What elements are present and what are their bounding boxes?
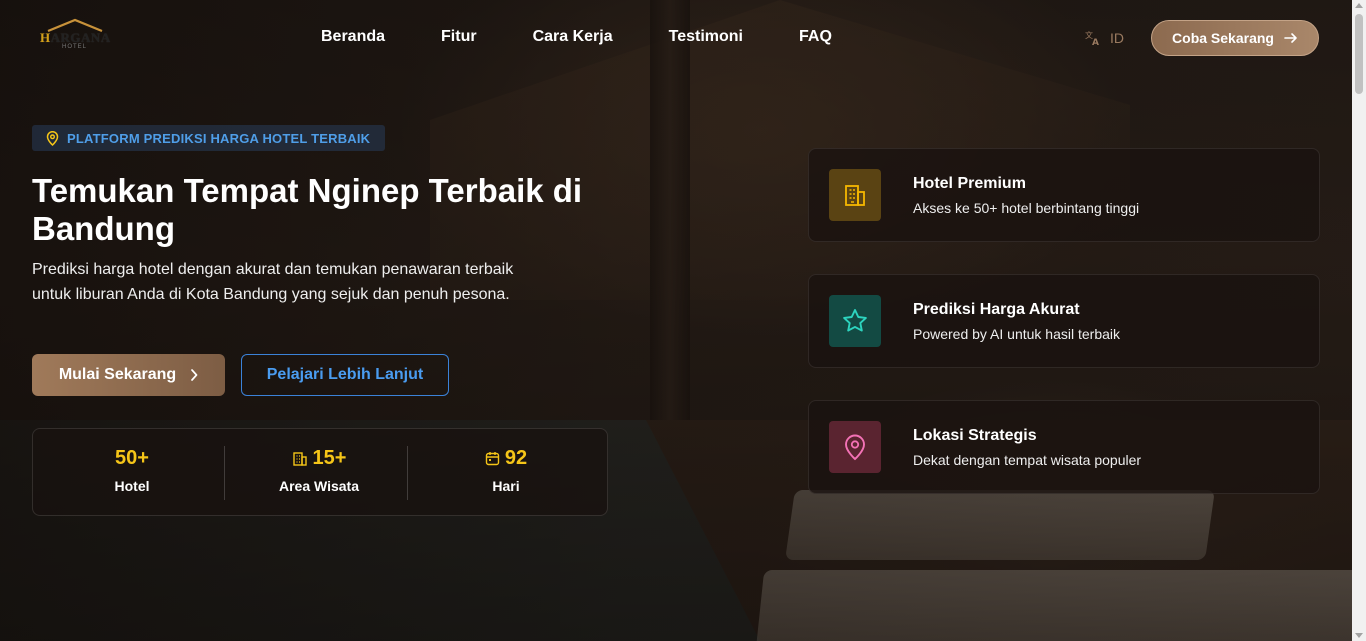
scrollbar-thumb[interactable]: [1355, 14, 1363, 94]
hero-badge-text: PLATFORM PREDIKSI HARGA HOTEL TERBAIK: [67, 130, 371, 146]
building-icon: [845, 185, 865, 206]
try-now-label: Coba Sekarang: [1172, 30, 1274, 46]
language-switcher[interactable]: 文 A ID: [1085, 30, 1124, 46]
nav-link-beranda[interactable]: Beranda: [321, 28, 385, 46]
stats-panel: 50+ Hotel 15+ Area Wisata 92 Hari: [32, 428, 608, 516]
nav-link-cara-kerja[interactable]: Cara Kerja: [533, 28, 613, 46]
feature-description: Powered by AI untuk hasil terbaik: [913, 326, 1121, 342]
try-now-button[interactable]: Coba Sekarang: [1151, 20, 1319, 56]
stat-hotel: 50+ Hotel: [37, 447, 227, 494]
translate-icon: 文 A: [1085, 30, 1099, 46]
feature-title: Prediksi Harga Akurat: [913, 301, 1080, 318]
start-now-label: Mulai Sekarang: [58, 366, 177, 383]
feature-description: Dekat dengan tempat wisata populer: [913, 452, 1142, 468]
nav-link-faq[interactable]: FAQ: [799, 28, 832, 46]
stat-hari: 92 Hari: [411, 447, 601, 494]
stat-label: Area Wisata: [278, 478, 360, 494]
main-menu: Beranda Fitur Cara Kerja Testimoni FAQ: [321, 28, 888, 46]
language-code: ID: [1110, 30, 1124, 46]
stat-label: Hotel: [114, 478, 150, 494]
stat-value: 50+: [115, 447, 149, 469]
feature-title: Lokasi Strategis: [913, 427, 1037, 444]
hero-badge: PLATFORM PREDIKSI HARGA HOTEL TERBAIK: [32, 125, 385, 151]
feature-description: Akses ke 50+ hotel berbintang tinggi: [913, 200, 1140, 216]
feature-card-prediksi-harga[interactable]: Prediksi Harga Akurat Powered by AI untu…: [808, 274, 1320, 368]
scroll-down-icon[interactable]: [1355, 633, 1363, 638]
calendar-icon: [485, 452, 500, 466]
stat-value: 92: [504, 447, 528, 469]
map-pin-icon: [46, 130, 59, 146]
logo-subtitle: HOTEL: [62, 44, 88, 50]
hero-description: Prediksi harga hotel dengan akurat dan t…: [32, 261, 514, 303]
nav-link-fitur[interactable]: Fitur: [441, 28, 477, 46]
feature-card-lokasi-strategis[interactable]: Lokasi Strategis Dekat dengan tempat wis…: [808, 400, 1320, 494]
feature-card-hotel-premium[interactable]: Hotel Premium Akses ke 50+ hotel berbint…: [808, 148, 1320, 242]
arrow-right-icon: [1284, 33, 1297, 43]
hero-title: Temukan Tempat Nginep Terbaik di Bandung: [32, 172, 583, 247]
brand-logo[interactable]: HARGANA HOTEL: [40, 18, 110, 52]
nav-link-testimoni[interactable]: Testimoni: [669, 28, 743, 46]
building-icon: [292, 451, 307, 466]
feature-icon-box: [829, 421, 881, 473]
stat-value: 15+: [312, 447, 347, 469]
start-now-button[interactable]: Mulai Sekarang: [32, 354, 225, 396]
page-scrollbar[interactable]: [1352, 0, 1366, 641]
feature-icon-box: [829, 169, 881, 221]
scroll-up-icon[interactable]: [1355, 3, 1363, 8]
feature-title: Hotel Premium: [913, 175, 1026, 192]
learn-more-label: Pelajari Lebih Lanjut: [266, 366, 424, 383]
feature-icon-box: [829, 295, 881, 347]
star-icon: [843, 309, 867, 332]
chevron-right-icon: [191, 369, 198, 381]
stat-area-wisata: 15+ Area Wisata: [224, 447, 414, 494]
svg-text:A: A: [1092, 38, 1099, 46]
stat-divider: [407, 446, 408, 500]
navbar: HARGANA HOTEL Beranda Fitur Cara Kerja T…: [0, 0, 1352, 76]
stat-label: Hari: [492, 478, 520, 494]
map-pin-icon: [845, 434, 865, 461]
learn-more-button[interactable]: Pelajari Lebih Lanjut: [241, 354, 449, 396]
